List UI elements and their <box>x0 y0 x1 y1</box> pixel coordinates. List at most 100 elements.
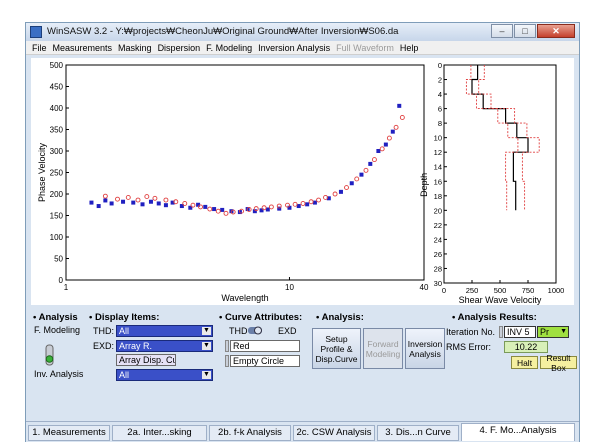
menu-inversion-analysis[interactable]: Inversion Analysis <box>258 43 330 53</box>
profile-y-tick-label: 28 <box>434 264 442 273</box>
dispersion-y-tick-label: 500 <box>50 61 64 70</box>
blue-square-point <box>163 203 168 208</box>
setup-profile-button[interactable]: Setup Profile & Disp.Curve <box>312 328 361 369</box>
pr-select[interactable]: Pr ▼ <box>537 326 569 338</box>
tab-interactive-masking[interactable]: 2a. Inter...sking <box>112 425 207 441</box>
maximize-icon[interactable]: □ <box>514 24 536 38</box>
result-box-button-label: Result Box <box>546 352 571 373</box>
dispersion-y-tick-label: 250 <box>50 169 64 178</box>
profile-y-axis-label: Depth <box>419 173 429 197</box>
array-disp-curve-field[interactable]: Array Disp. Curve <box>116 354 176 366</box>
dispersion-y-tick-label: 400 <box>50 104 64 113</box>
menu-full-waveform: Full Waveform <box>336 42 394 53</box>
tab-csw-analysis[interactable]: 2c. CSW Analysis <box>293 425 375 441</box>
blue-square-point <box>212 207 217 212</box>
blue-square-point <box>397 103 402 108</box>
dispersion-chart: 0501001502002503003504004505001 10 40 Wave… <box>37 61 429 303</box>
blue-square-point <box>109 201 114 206</box>
rms-error-label: RMS Error: <box>446 342 491 352</box>
curve-attributes-title: • Curve Attributes: <box>219 312 303 323</box>
thd-label: THD: <box>93 326 114 336</box>
profile-y-tick-label: 10 <box>434 134 442 143</box>
f-modeling-label: F. Modeling <box>34 325 81 335</box>
app-window: WinSASW 3.2 - Y:₩projects₩CheonJu₩Origin… <box>25 22 580 442</box>
window-controls: – □ ✕ <box>490 24 575 39</box>
toggle-switch-icon[interactable] <box>248 326 262 335</box>
blue-square-point <box>131 200 136 205</box>
display-all-select[interactable]: All ▼ <box>116 369 213 381</box>
profile-y-tick-label: 6 <box>438 105 442 114</box>
tab-bar: 1. Measurements 2a. Inter...sking 2b. f-… <box>26 421 579 442</box>
chevron-down-icon: ▼ <box>202 327 211 335</box>
tab-measurements[interactable]: 1. Measurements <box>28 425 110 441</box>
tab-f-modeling-analysis[interactable]: 4. F. Mo...Analysis <box>461 423 575 441</box>
iteration-label: Iteration No. <box>446 327 496 337</box>
tab-dispersion-curve[interactable]: 3. Dis...n Curve <box>377 425 459 441</box>
mode-switch-icon[interactable] <box>45 344 54 366</box>
curve-color-field[interactable]: Red <box>230 340 300 352</box>
plots-svg: 0501001502002503003504004505001 10 40 Wave… <box>37 61 565 305</box>
halt-button[interactable]: Halt <box>511 356 538 369</box>
app-logo-icon <box>30 26 42 38</box>
chevron-down-icon: ▼ <box>202 342 211 350</box>
profile-y-tick-label: 18 <box>434 192 442 201</box>
rms-error-value: 10.22 <box>504 341 548 353</box>
dispersion-y-tick-label: 350 <box>50 126 64 135</box>
iteration-spin-icon[interactable] <box>499 326 503 338</box>
profile-plot-frame <box>443 64 557 284</box>
profile-x-tick-label: 750 <box>522 286 535 295</box>
halt-button-label: Halt <box>516 357 533 368</box>
forward-modeling-button: Forward Modeling <box>363 328 403 369</box>
menu-file[interactable]: File <box>32 43 47 53</box>
profile-x-tick-label: 500 <box>494 286 507 295</box>
blue-square-point <box>383 142 388 147</box>
analysis-results-title: • Analysis Results: <box>452 312 537 323</box>
menu-bar: File Measurements Masking Dispersion F. … <box>26 41 579 55</box>
title-bar: WinSASW 3.2 - Y:₩projects₩CheonJu₩Origin… <box>26 23 579 41</box>
tab-fk-analysis[interactable]: 2b. f-k Analysis <box>209 425 291 441</box>
analysis-title: • Analysis: <box>316 312 364 323</box>
curve-marker-field[interactable]: Empty Circle <box>230 355 300 367</box>
dispersion-plot-frame <box>65 64 425 281</box>
profile-y-tick-label: 30 <box>434 279 442 288</box>
profile-y-tick-label: 0 <box>438 61 442 70</box>
inversion-analysis-button[interactable]: Inversion Analysis <box>405 328 445 369</box>
profile-y-tick-label: 26 <box>434 250 442 259</box>
profile-x-tick-label: 0 <box>442 286 446 295</box>
blue-square-point <box>312 200 317 205</box>
profile-y-tick-label: 8 <box>438 119 442 128</box>
minimize-icon[interactable]: – <box>491 24 513 38</box>
profile-y-tick-label: 22 <box>434 221 442 230</box>
profile-x-tick-label: 1000 <box>548 286 565 295</box>
blue-square-point <box>140 202 145 207</box>
pr-select-value: Pr <box>540 327 549 337</box>
thd-select[interactable]: All ▼ <box>116 325 213 337</box>
marker-spin-icon[interactable] <box>225 355 229 367</box>
dispersion-y-tick-label: 50 <box>54 255 63 264</box>
menu-measurements[interactable]: Measurements <box>53 43 113 53</box>
menu-f-modeling[interactable]: F. Modeling <box>206 43 252 53</box>
profile-y-tick-label: 4 <box>438 90 442 99</box>
blue-square-point <box>376 149 381 153</box>
blue-square-point <box>89 200 94 205</box>
dispersion-x-tick-label: 1 <box>64 283 69 292</box>
display-items-title: • Display Items: <box>89 312 160 323</box>
exd-select-value: Array R. <box>119 341 153 351</box>
profile-y-tick-label: 2 <box>438 76 442 85</box>
display-all-select-value: All <box>119 370 130 380</box>
blue-square-point <box>103 198 108 203</box>
menu-masking[interactable]: Masking <box>118 43 152 53</box>
close-icon[interactable]: ✕ <box>537 24 575 38</box>
control-panel: • Analysis F. Modeling Inv. Analysis • D… <box>26 310 579 420</box>
exd-select[interactable]: Array R. ▼ <box>116 340 213 352</box>
blue-square-point <box>338 189 343 194</box>
menu-dispersion[interactable]: Dispersion <box>158 43 201 53</box>
blue-square-point <box>368 161 373 166</box>
exd-label: EXD: <box>93 341 115 351</box>
result-box-button[interactable]: Result Box <box>540 353 577 373</box>
profile-y-tick-label: 14 <box>434 163 442 172</box>
iteration-select[interactable]: INV 5 <box>504 326 536 338</box>
profile-y-tick-label: 20 <box>434 206 442 215</box>
menu-help[interactable]: Help <box>400 43 419 53</box>
color-spin-icon[interactable] <box>225 340 229 352</box>
